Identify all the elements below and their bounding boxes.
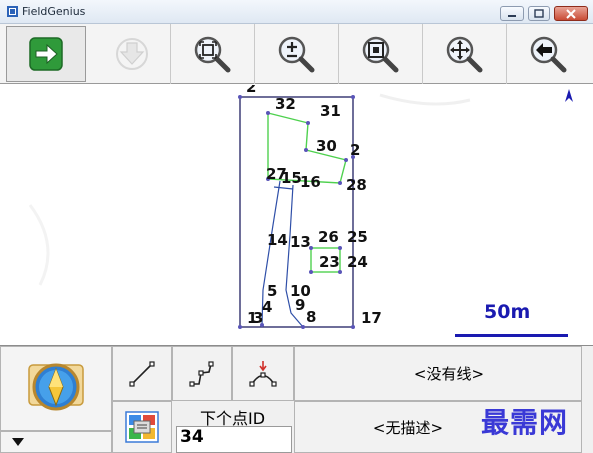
point-label: 32 <box>275 95 296 113</box>
next-point-input[interactable]: 34 <box>176 426 292 453</box>
point-label: 28 <box>346 176 367 194</box>
line-mode-selector[interactable]: <没有线> <box>294 346 582 401</box>
close-button[interactable] <box>554 6 588 21</box>
point-label: 4 <box>262 298 272 316</box>
description-list-icon <box>125 411 159 443</box>
point-label: 2 <box>350 141 360 159</box>
point-label: 24 <box>347 253 368 271</box>
title-bar: FieldGenius <box>0 0 593 24</box>
point-label: 31 <box>320 102 341 120</box>
arrow-right-icon <box>29 37 63 71</box>
scale-bar <box>455 334 568 337</box>
point-label: 26 <box>318 228 339 246</box>
point-label: 15 <box>281 169 302 187</box>
zoom-previous-button[interactable] <box>508 26 588 82</box>
pan-icon <box>446 36 483 73</box>
point-label: 1 <box>247 309 257 327</box>
point-label: 8 <box>306 308 316 326</box>
triangle-down-icon <box>12 438 24 446</box>
point-label: 30 <box>316 137 337 155</box>
line-segment-icon <box>129 360 155 387</box>
point-label: 14 <box>267 231 288 249</box>
arc-tool-button[interactable] <box>232 346 294 401</box>
zoom-window-icon <box>362 36 399 73</box>
maximize-icon <box>534 9 544 18</box>
close-icon <box>566 8 576 19</box>
description-list-button[interactable] <box>112 401 172 453</box>
point-label: 13 <box>290 233 311 251</box>
point-label: 16 <box>300 173 321 191</box>
menu-dropdown[interactable] <box>0 431 112 453</box>
point-label: 2 <box>246 85 256 96</box>
zoom-extents-icon <box>194 36 231 73</box>
minimize-button[interactable] <box>500 6 524 21</box>
point-label: 23 <box>319 253 340 271</box>
download-button[interactable] <box>92 26 172 82</box>
maximize-button[interactable] <box>528 6 550 21</box>
line-tool-button[interactable] <box>112 346 172 401</box>
compass-button[interactable] <box>0 346 112 431</box>
compass-icon <box>28 363 84 410</box>
scale-label: 50m <box>484 301 530 323</box>
point-label: 17 <box>361 309 382 327</box>
pan-button[interactable] <box>424 26 504 82</box>
zoom-window-button[interactable] <box>340 26 420 82</box>
point-label: 9 <box>295 296 305 314</box>
zoom-extents-button[interactable] <box>172 26 252 82</box>
zoom-plus-minus-icon <box>278 36 315 73</box>
minimize-icon <box>508 14 516 17</box>
zoom-in-out-button[interactable] <box>256 26 336 82</box>
window-title: FieldGenius <box>22 5 86 18</box>
map-drawing: 2 32 31 30 2 27 15 16 28 14 13 26 25 23 … <box>28 78 573 337</box>
north-arrow-icon <box>565 89 573 102</box>
go-button[interactable] <box>6 26 86 82</box>
zoom-previous-icon <box>530 36 567 73</box>
arc-point-icon <box>249 360 277 387</box>
point-label: 25 <box>347 228 368 246</box>
polyline-tool-button[interactable] <box>172 346 232 401</box>
line-mode-value: <没有线> <box>413 365 485 383</box>
map-canvas[interactable]: 2 32 31 30 2 27 15 16 28 14 13 26 25 23 … <box>0 78 593 345</box>
description-value: <无描述> <box>372 418 444 437</box>
polyline-icon <box>189 360 214 387</box>
download-arrow-icon <box>116 38 148 70</box>
app-icon <box>7 6 18 17</box>
toolbar <box>0 24 593 84</box>
watermark-logo: 最需网 <box>481 406 569 439</box>
